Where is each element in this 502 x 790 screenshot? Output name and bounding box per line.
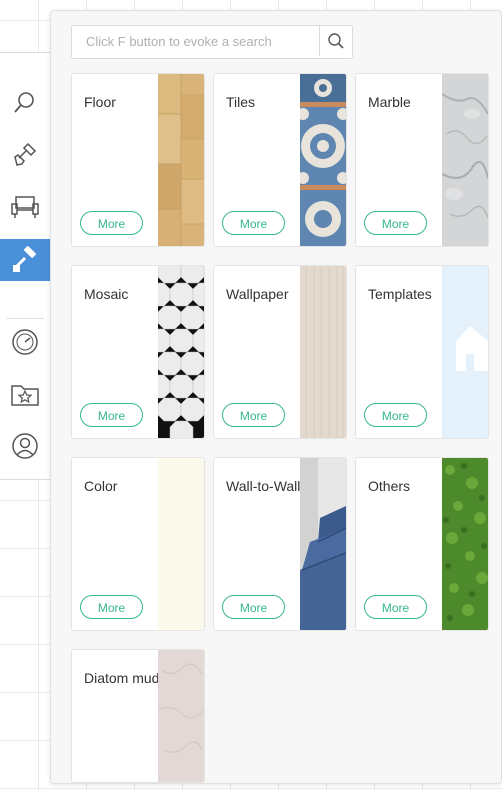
- armchair-icon: [11, 196, 39, 218]
- more-button[interactable]: More: [80, 403, 143, 427]
- more-button[interactable]: More: [364, 211, 427, 235]
- paint-roller-icon: [13, 246, 36, 272]
- search-box: [71, 25, 353, 59]
- wallpaper-swatch: [300, 266, 346, 438]
- category-card-mosaic[interactable]: Mosaic More: [71, 265, 205, 439]
- magnifier-icon: [14, 92, 34, 113]
- sidebar-furniture-button[interactable]: [0, 185, 50, 227]
- category-card-marble[interactable]: Marble More: [355, 73, 489, 247]
- marble-swatch: [442, 74, 488, 246]
- search-button[interactable]: [319, 26, 352, 56]
- category-card-wallpaper[interactable]: Wallpaper More: [213, 265, 347, 439]
- user-icon: [12, 433, 38, 459]
- sidebar-measure-button[interactable]: [0, 321, 50, 363]
- gauge-icon: [12, 329, 38, 355]
- tiles-swatch: [300, 74, 346, 246]
- category-card-carpet[interactable]: Wall-to-Wall Ca... More: [213, 457, 347, 631]
- others-swatch: [442, 458, 488, 630]
- category-card-tiles[interactable]: Tiles More: [213, 73, 347, 247]
- sidebar-account-button[interactable]: [0, 425, 50, 467]
- sidebar-favorites-button[interactable]: [0, 373, 50, 415]
- sidebar-paint-button[interactable]: [0, 239, 50, 281]
- more-button[interactable]: More: [222, 403, 285, 427]
- category-card-floor[interactable]: Floor More: [71, 73, 205, 247]
- more-button[interactable]: More: [364, 403, 427, 427]
- color-swatch: [158, 458, 204, 630]
- more-button[interactable]: More: [80, 595, 143, 619]
- tool-sidebar: [0, 52, 50, 480]
- more-button[interactable]: More: [222, 595, 285, 619]
- search-icon: [328, 33, 344, 49]
- templates-swatch: [442, 266, 488, 438]
- floor-swatch: [158, 74, 204, 246]
- more-button[interactable]: More: [222, 211, 285, 235]
- sidebar-divider: [6, 318, 44, 319]
- category-card-templates[interactable]: Templates More: [355, 265, 489, 439]
- mosaic-swatch: [158, 266, 204, 438]
- more-button[interactable]: More: [80, 211, 143, 235]
- carpet-swatch: [300, 458, 346, 630]
- sidebar-build-button[interactable]: [0, 133, 50, 175]
- category-card-diatom-mud[interactable]: Diatom mud: [71, 649, 205, 783]
- sidebar-search-button[interactable]: [0, 81, 50, 123]
- diatom-mud-swatch: [158, 650, 204, 782]
- category-card-color[interactable]: Color More: [71, 457, 205, 631]
- materials-panel: Floor More Tiles More: [50, 10, 502, 784]
- category-card-others[interactable]: Others More: [355, 457, 489, 631]
- more-button[interactable]: More: [364, 595, 427, 619]
- search-input[interactable]: [72, 26, 319, 56]
- shovel-icon: [14, 142, 37, 166]
- star-folder-icon: [11, 385, 39, 406]
